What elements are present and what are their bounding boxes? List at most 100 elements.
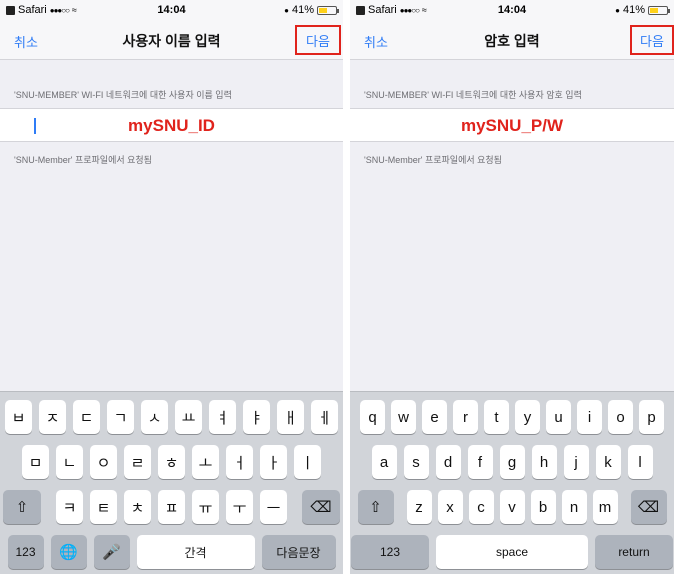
keyboard-row-3: ⇧ zxcvbnm ⌫ [350,490,674,524]
key[interactable]: w [391,400,416,434]
annotation-label: mySNU_P/W [460,116,564,135]
section-footer: 'SNU-Member' 프로파일에서 요청됨 [14,155,152,165]
key[interactable]: ㄹ [124,445,151,479]
key[interactable]: ㅗ [192,445,219,479]
key[interactable]: u [546,400,571,434]
key[interactable]: ㅎ [158,445,185,479]
page-title: 암호 입력 [484,33,540,49]
next-button[interactable]: 다음 [630,25,674,55]
key[interactable]: ㅏ [260,445,287,479]
key[interactable]: ㅐ [277,400,304,434]
key[interactable]: o [608,400,633,434]
key[interactable]: e [422,400,447,434]
key[interactable]: p [639,400,664,434]
status-bar: Safari ●●●○○ ≈ 14:04 ● 41% [350,0,674,20]
key[interactable]: f [467,445,493,479]
key[interactable]: ㅠ [192,490,219,524]
key[interactable]: ㅔ [311,400,338,434]
battery-icon [648,5,670,15]
rotation-lock-icon: ● [615,5,620,15]
key[interactable]: ㅋ [56,490,83,524]
key[interactable]: m [592,490,618,524]
key[interactable]: c [468,490,494,524]
key[interactable]: ㄷ [73,400,100,434]
key[interactable]: ㅓ [226,445,253,479]
section-header: 'SNU-MEMBER' WI-FI 네트워크에 대한 사용자 이름 입력 [14,90,232,100]
page-title: 사용자 이름 입력 [122,33,221,49]
microphone-icon: 🎤 [102,544,121,561]
keyboard-row-2: ㅁㄴㅇㄹㅎㅗㅓㅏㅣ [0,445,343,479]
key[interactable]: t [484,400,509,434]
key[interactable]: ㅂ [5,400,32,434]
key[interactable]: ㅣ [294,445,321,479]
key[interactable]: ㅊ [124,490,151,524]
section-footer: 'SNU-Member' 프로파일에서 요청됨 [364,155,502,165]
return-key[interactable]: return [595,535,673,569]
status-bar: Safari ●●●○○ ≈ 14:04 ● 41% [0,0,343,20]
key[interactable]: y [515,400,540,434]
shift-key[interactable]: ⇧ [357,490,394,524]
key[interactable]: ㅅ [141,400,168,434]
key[interactable]: g [499,445,525,479]
space-key[interactable]: space [436,535,588,569]
numbers-key[interactable]: 123 [7,535,44,569]
left-screen: Safari ●●●○○ ≈ 14:04 ● 41% 취소 사용자 이름 입력 … [0,0,343,574]
keyboard-row-4: 123 🌐 🎤 간격 다음문장 [0,535,343,569]
key[interactable]: v [499,490,525,524]
navigation-bar: 취소 사용자 이름 입력 다음 [0,20,343,60]
key[interactable]: ㅜ [226,490,253,524]
key[interactable]: ㅛ [175,400,202,434]
key[interactable]: ㅁ [22,445,49,479]
delete-key[interactable]: ⌫ [630,490,667,524]
key[interactable]: ㄴ [56,445,83,479]
key[interactable]: x [437,490,463,524]
key[interactable]: ㅑ [243,400,270,434]
space-key[interactable]: 간격 [136,535,255,569]
key[interactable]: r [453,400,478,434]
annotation-label: mySNU_ID [128,116,215,135]
battery-icon [317,5,339,15]
dictation-key[interactable]: 🎤 [93,535,130,569]
key[interactable]: ㄱ [107,400,134,434]
key[interactable]: k [595,445,621,479]
key[interactable]: i [577,400,602,434]
backspace-icon: ⌫ [310,499,332,516]
shift-key[interactable]: ⇧ [3,490,41,524]
key[interactable]: b [530,490,556,524]
key[interactable]: ㅍ [158,490,185,524]
key[interactable]: ㅌ [90,490,117,524]
key[interactable]: ㅡ [260,490,287,524]
globe-icon: 🌐 [59,544,78,561]
password-input[interactable]: mySNU_P/W [350,108,674,142]
key[interactable]: d [435,445,461,479]
key[interactable]: h [531,445,557,479]
key[interactable]: q [360,400,385,434]
delete-key[interactable]: ⌫ [302,490,340,524]
keyboard-row-2: asdfghjkl [350,445,674,479]
keyboard-row-1: qwertyuiop [350,400,674,434]
backspace-icon: ⌫ [637,499,660,516]
rotation-lock-icon: ● [284,5,289,15]
keyboard-row-3: ⇧ ㅋㅌㅊㅍㅠㅜㅡ ⌫ [0,490,343,524]
key[interactable]: z [406,490,432,524]
next-button[interactable]: 다음 [295,25,341,55]
keyboard-row-1: ㅂㅈㄷㄱㅅㅛㅕㅑㅐㅔ [0,400,343,434]
battery-percent: 41% [622,4,645,16]
key[interactable]: ㅕ [209,400,236,434]
numbers-key[interactable]: 123 [351,535,429,569]
shift-icon: ⇧ [369,499,382,516]
keyboard: ㅂㅈㄷㄱㅅㅛㅕㅑㅐㅔ ㅁㄴㅇㄹㅎㅗㅓㅏㅣ ⇧ ㅋㅌㅊㅍㅠㅜㅡ ⌫ 123 🌐 🎤… [0,391,343,574]
key[interactable]: a [371,445,397,479]
key[interactable]: s [403,445,429,479]
key[interactable]: l [627,445,653,479]
key[interactable]: j [563,445,589,479]
key[interactable]: ㅇ [90,445,117,479]
key[interactable]: ㅈ [39,400,66,434]
section-header: 'SNU-MEMBER' WI-FI 네트워크에 대한 사용자 암호 입력 [364,90,582,100]
return-key[interactable]: 다음문장 [261,535,336,569]
key[interactable]: n [561,490,587,524]
globe-key[interactable]: 🌐 [50,535,87,569]
username-input[interactable]: mySNU_ID [0,108,343,142]
shift-icon: ⇧ [15,499,29,516]
keyboard-row-4: 123 space return [350,535,674,569]
